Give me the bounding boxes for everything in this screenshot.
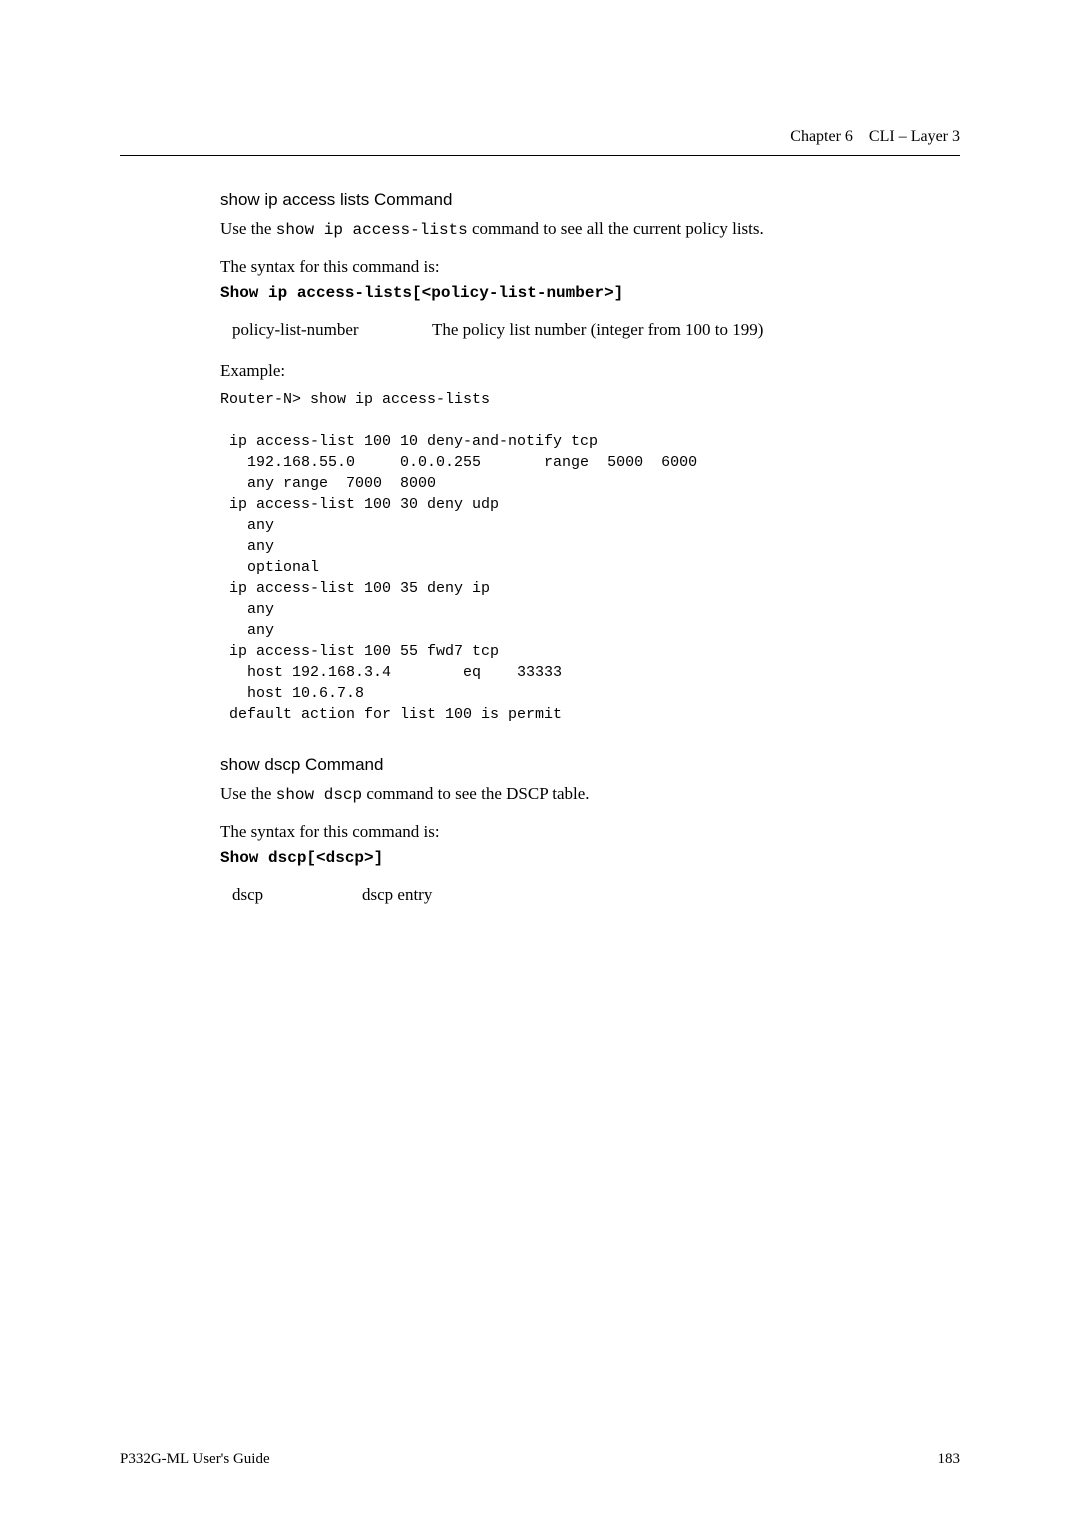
chapter-number: Chapter 6 — [790, 128, 853, 145]
section2-title: show dscp Command — [220, 755, 960, 775]
footer-page-number: 183 — [938, 1451, 961, 1468]
section1-intro: Use the show ip access-lists command to … — [220, 216, 960, 242]
section1-syntax-label: The syntax for this command is: — [220, 254, 960, 280]
section2-param-name: dscp — [232, 885, 362, 905]
chapter-title: CLI – Layer 3 — [869, 128, 960, 145]
section1-code-block: Router-N> show ip access-lists ip access… — [220, 389, 960, 725]
chapter-header: Chapter 6 CLI – Layer 3 — [790, 128, 960, 146]
section1-param-desc: The policy list number (integer from 100… — [432, 320, 763, 340]
footer-guide: P332G-ML User's Guide — [120, 1451, 270, 1468]
section2-param-desc: dscp entry — [362, 885, 432, 905]
section2-intro-cmd: show dscp — [276, 786, 362, 804]
section1-syntax-cmd: Show ip access-lists[<policy-list-number… — [220, 284, 960, 302]
section1-param-name: policy-list-number — [232, 320, 432, 340]
section2-syntax-cmd: Show dscp[<dscp>] — [220, 849, 960, 867]
section1-param-row: policy-list-number The policy list numbe… — [232, 320, 960, 340]
section2-intro: Use the show dscp command to see the DSC… — [220, 781, 960, 807]
page-footer: P332G-ML User's Guide 183 — [120, 1451, 960, 1468]
section1-intro-cmd: show ip access-lists — [276, 221, 468, 239]
section1-example-label: Example: — [220, 358, 960, 384]
section2-syntax-label: The syntax for this command is: — [220, 819, 960, 845]
section2-param-row: dscp dscp entry — [232, 885, 960, 905]
section1-title: show ip access lists Command — [220, 190, 960, 210]
header-rule — [120, 155, 960, 156]
main-content: show ip access lists Command Use the sho… — [220, 190, 960, 905]
